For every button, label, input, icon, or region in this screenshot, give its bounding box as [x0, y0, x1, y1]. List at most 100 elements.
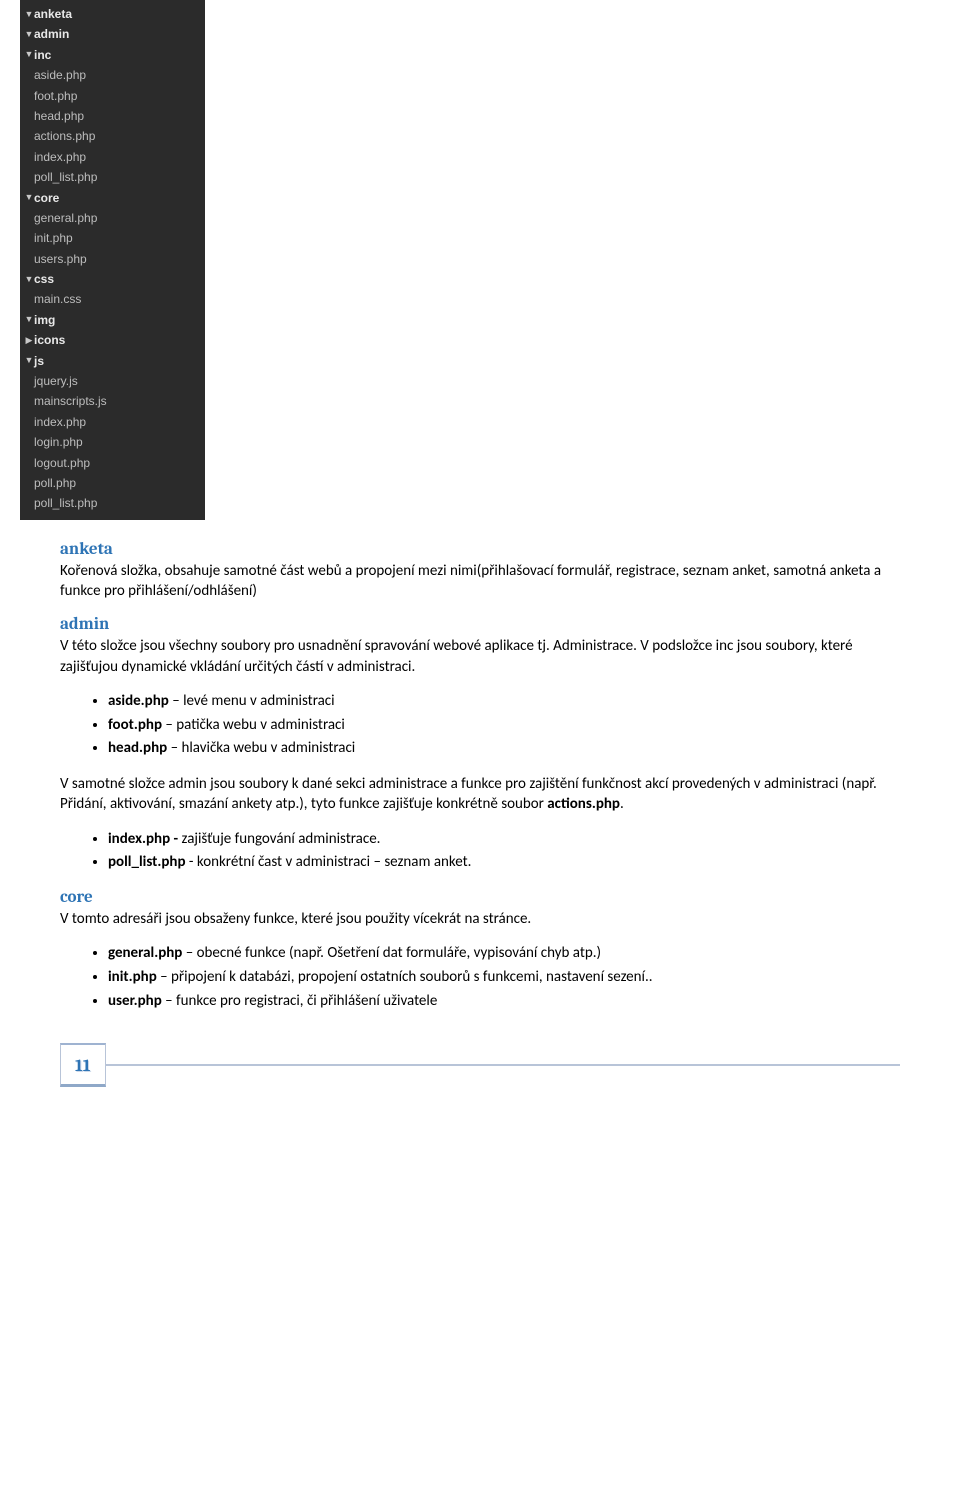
chevron-right-icon: ▶ — [24, 333, 34, 348]
tree-label: poll_list.php — [34, 167, 97, 187]
tree-label: main.css — [34, 289, 81, 309]
tree-label: users.php — [34, 249, 87, 269]
tree-file[interactable]: actions.php — [20, 126, 205, 146]
tree-file[interactable]: foot.php — [20, 86, 205, 106]
list-item-rest: – patička webu v administraci — [162, 716, 345, 734]
list-item-rest: zajišťuje fungování administrace. — [182, 830, 381, 848]
list-item: user.php – funkce pro registraci, či při… — [108, 991, 900, 1013]
para-admin-1: V této složce jsou všechny soubory pro u… — [60, 636, 900, 677]
tree-label: css — [34, 269, 54, 289]
tree-label: index.php — [34, 147, 86, 167]
list-item-bold: foot.php — [108, 716, 162, 734]
list-item-rest: – připojení k databázi, propojení ostatn… — [157, 968, 653, 986]
list-item-bold: user.php — [108, 992, 162, 1010]
tree-label: login.php — [34, 432, 83, 452]
list-item-rest: – funkce pro registraci, či přihlášení u… — [162, 992, 438, 1010]
para-admin-2a: V samotné složce admin jsou soubory k da… — [60, 775, 877, 813]
chevron-down-icon: ▼ — [24, 47, 34, 62]
list-item-bold: poll_list.php — [108, 853, 186, 871]
tree-label: img — [34, 310, 55, 330]
tree-folder[interactable]: ▼admin — [20, 24, 205, 44]
tree-label: aside.php — [34, 65, 86, 85]
chevron-down-icon: ▼ — [24, 7, 34, 22]
tree-label: general.php — [34, 208, 97, 228]
tree-label: actions.php — [34, 126, 95, 146]
chevron-down-icon: ▼ — [24, 190, 34, 205]
list-item-bold: init.php — [108, 968, 157, 986]
tree-file[interactable]: index.php — [20, 412, 205, 432]
tree-file[interactable]: head.php — [20, 106, 205, 126]
tree-file[interactable]: index.php — [20, 147, 205, 167]
tree-label: icons — [34, 330, 65, 350]
tree-label: head.php — [34, 106, 84, 126]
bullets-admin-2: index.php - zajišťuje fungování administ… — [108, 829, 900, 875]
tree-file[interactable]: general.php — [20, 208, 205, 228]
tree-file[interactable]: init.php — [20, 228, 205, 248]
tree-label: js — [34, 351, 44, 371]
tree-file[interactable]: jquery.js — [20, 371, 205, 391]
section-title-admin: admin — [60, 615, 900, 634]
tree-folder[interactable]: ▼core — [20, 188, 205, 208]
section-title-anketa: anketa — [60, 540, 900, 559]
tree-file[interactable]: poll_list.php — [20, 167, 205, 187]
tree-label: core — [34, 188, 59, 208]
list-item-rest: - konkrétní čast v administraci – seznam… — [186, 853, 472, 871]
page-footer-rule — [106, 1064, 900, 1066]
tree-label: anketa — [34, 4, 72, 24]
page-number: 11 — [60, 1043, 106, 1087]
file-tree: ▼anketa▼admin▼incaside.phpfoot.phphead.p… — [20, 0, 205, 520]
list-item: general.php – obecné funkce (např. Ošetř… — [108, 943, 900, 965]
tree-label: inc — [34, 45, 51, 65]
tree-label: poll.php — [34, 473, 76, 493]
tree-label: index.php — [34, 412, 86, 432]
tree-folder[interactable]: ▼anketa — [20, 4, 205, 24]
tree-file[interactable]: aside.php — [20, 65, 205, 85]
list-item-bold: aside.php — [108, 692, 169, 710]
tree-label: mainscripts.js — [34, 391, 107, 411]
para-admin-2: V samotné složce admin jsou soubory k da… — [60, 774, 900, 815]
tree-file[interactable]: logout.php — [20, 453, 205, 473]
tree-file[interactable]: main.css — [20, 289, 205, 309]
para-admin-2b: . — [620, 795, 624, 813]
list-item: aside.php – levé menu v administraci — [108, 691, 900, 713]
tree-folder[interactable]: ▼js — [20, 351, 205, 371]
tree-file[interactable]: login.php — [20, 432, 205, 452]
chevron-down-icon: ▼ — [24, 312, 34, 327]
bullets-core: general.php – obecné funkce (např. Ošetř… — [108, 943, 900, 1012]
para-admin-2-bold: actions.php — [547, 795, 620, 813]
chevron-down-icon: ▼ — [24, 27, 34, 42]
page-footer: 11 — [60, 1043, 900, 1087]
tree-file[interactable]: poll_list.php — [20, 493, 205, 513]
list-item: foot.php – patička webu v administraci — [108, 715, 900, 737]
document-body: anketa Kořenová složka, obsahuje samotné… — [20, 540, 900, 1087]
chevron-down-icon: ▼ — [24, 272, 34, 287]
tree-label: foot.php — [34, 86, 77, 106]
para-core: V tomto adresáři jsou obsaženy funkce, k… — [60, 909, 900, 929]
tree-folder[interactable]: ▼img — [20, 310, 205, 330]
list-item-bold: head.php — [108, 739, 167, 757]
bullets-admin-1: aside.php – levé menu v administracifoot… — [108, 691, 900, 760]
tree-folder[interactable]: ▼inc — [20, 45, 205, 65]
list-item: index.php - zajišťuje fungování administ… — [108, 829, 900, 851]
tree-label: jquery.js — [34, 371, 78, 391]
list-item-bold: general.php — [108, 944, 182, 962]
list-item-bold: index.php - — [108, 830, 182, 848]
tree-folder[interactable]: ▶icons — [20, 330, 205, 350]
list-item: head.php – hlavička webu v administraci — [108, 738, 900, 760]
tree-file[interactable]: poll.php — [20, 473, 205, 493]
tree-label: poll_list.php — [34, 493, 97, 513]
list-item-rest: – levé menu v administraci — [169, 692, 335, 710]
list-item: poll_list.php - konkrétní čast v adminis… — [108, 852, 900, 874]
tree-label: admin — [34, 24, 69, 44]
list-item: init.php – připojení k databázi, propoje… — [108, 967, 900, 989]
list-item-rest: – obecné funkce (např. Ošetření dat form… — [182, 944, 601, 962]
tree-label: init.php — [34, 228, 73, 248]
tree-label: logout.php — [34, 453, 90, 473]
section-title-core: core — [60, 888, 900, 907]
tree-folder[interactable]: ▼css — [20, 269, 205, 289]
para-anketa: Kořenová složka, obsahuje samotné část w… — [60, 561, 900, 602]
chevron-down-icon: ▼ — [24, 353, 34, 368]
tree-file[interactable]: users.php — [20, 249, 205, 269]
list-item-rest: – hlavička webu v administraci — [167, 739, 355, 757]
tree-file[interactable]: mainscripts.js — [20, 391, 205, 411]
